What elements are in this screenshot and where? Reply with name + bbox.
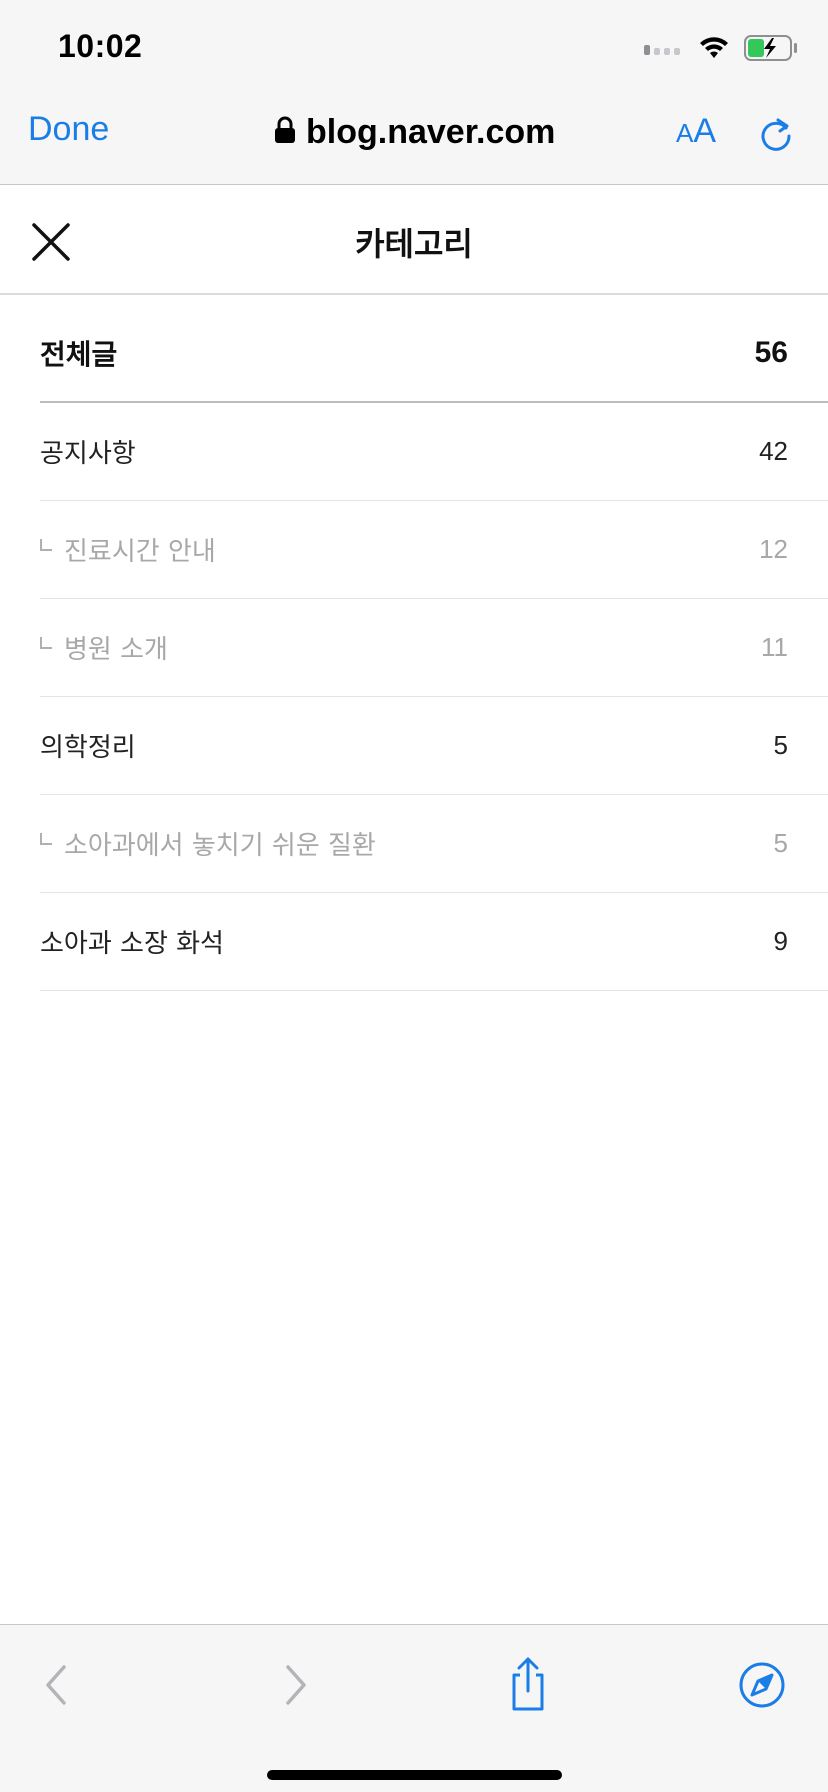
- category-count: 5: [773, 730, 788, 760]
- category-count: 12: [759, 534, 788, 564]
- lock-icon: [274, 116, 296, 148]
- category-title: 카테고리: [355, 225, 473, 263]
- category-count: 9: [773, 926, 788, 956]
- page: 10:02 Done blog.naver.com AA 카테고리 전체글 56…: [0, 0, 828, 1792]
- address-bar[interactable]: blog.naver.com: [274, 110, 555, 154]
- category-name: 병원 소개: [64, 635, 168, 665]
- text-size-small-label: A: [676, 118, 694, 148]
- url-text: blog.naver.com: [306, 112, 556, 151]
- reload-icon[interactable]: [756, 114, 796, 154]
- back-icon[interactable]: [28, 1655, 88, 1715]
- category-item[interactable]: 소아과 소장 화석 9: [40, 893, 828, 991]
- category-item-all-posts[interactable]: 전체글 56: [40, 305, 828, 403]
- text-size-button[interactable]: AA: [676, 112, 716, 151]
- done-button[interactable]: Done: [28, 110, 109, 149]
- category-count: 11: [761, 632, 788, 662]
- status-bar: 10:02: [0, 0, 828, 92]
- subcategory-item[interactable]: 소아과에서 놓치기 쉬운 질환 5: [40, 795, 828, 893]
- category-name: 전체글: [40, 338, 118, 371]
- category-count: 56: [754, 336, 788, 369]
- category-name: 소아과 소장 화석: [40, 929, 224, 959]
- category-item[interactable]: 공지사항 42: [40, 403, 828, 501]
- category-name: 의학정리: [40, 733, 136, 763]
- status-icons: [644, 34, 798, 66]
- wifi-icon: [698, 36, 730, 64]
- subcategory-item[interactable]: 병원 소개 11: [40, 599, 828, 697]
- category-count: 5: [773, 828, 788, 858]
- subcategory-item[interactable]: 진료시간 안내 12: [40, 501, 828, 599]
- status-time: 10:02: [58, 28, 143, 64]
- share-icon[interactable]: [498, 1655, 558, 1715]
- browser-toolbar: [0, 1624, 828, 1792]
- subcategory-indent-icon: [40, 538, 52, 551]
- category-list: 전체글 56 공지사항 42 진료시간 안내 12 병원 소개 11 의학정리 …: [40, 305, 828, 991]
- home-indicator[interactable]: [267, 1770, 562, 1780]
- battery-charging-icon: [744, 35, 798, 65]
- forward-icon[interactable]: [266, 1655, 326, 1715]
- text-size-big-label: A: [693, 112, 717, 150]
- browser-top-bar: Done blog.naver.com AA: [0, 92, 828, 185]
- compass-icon[interactable]: [732, 1655, 792, 1715]
- subcategory-indent-icon: [40, 636, 52, 649]
- category-name: 소아과에서 놓치기 쉬운 질환: [64, 831, 376, 861]
- signal-icon: [644, 41, 684, 60]
- category-header: 카테고리: [0, 185, 828, 295]
- category-name: 공지사항: [40, 439, 136, 469]
- subcategory-indent-icon: [40, 832, 52, 845]
- category-count: 42: [759, 436, 788, 466]
- category-name: 진료시간 안내: [64, 537, 216, 567]
- category-item[interactable]: 의학정리 5: [40, 697, 828, 795]
